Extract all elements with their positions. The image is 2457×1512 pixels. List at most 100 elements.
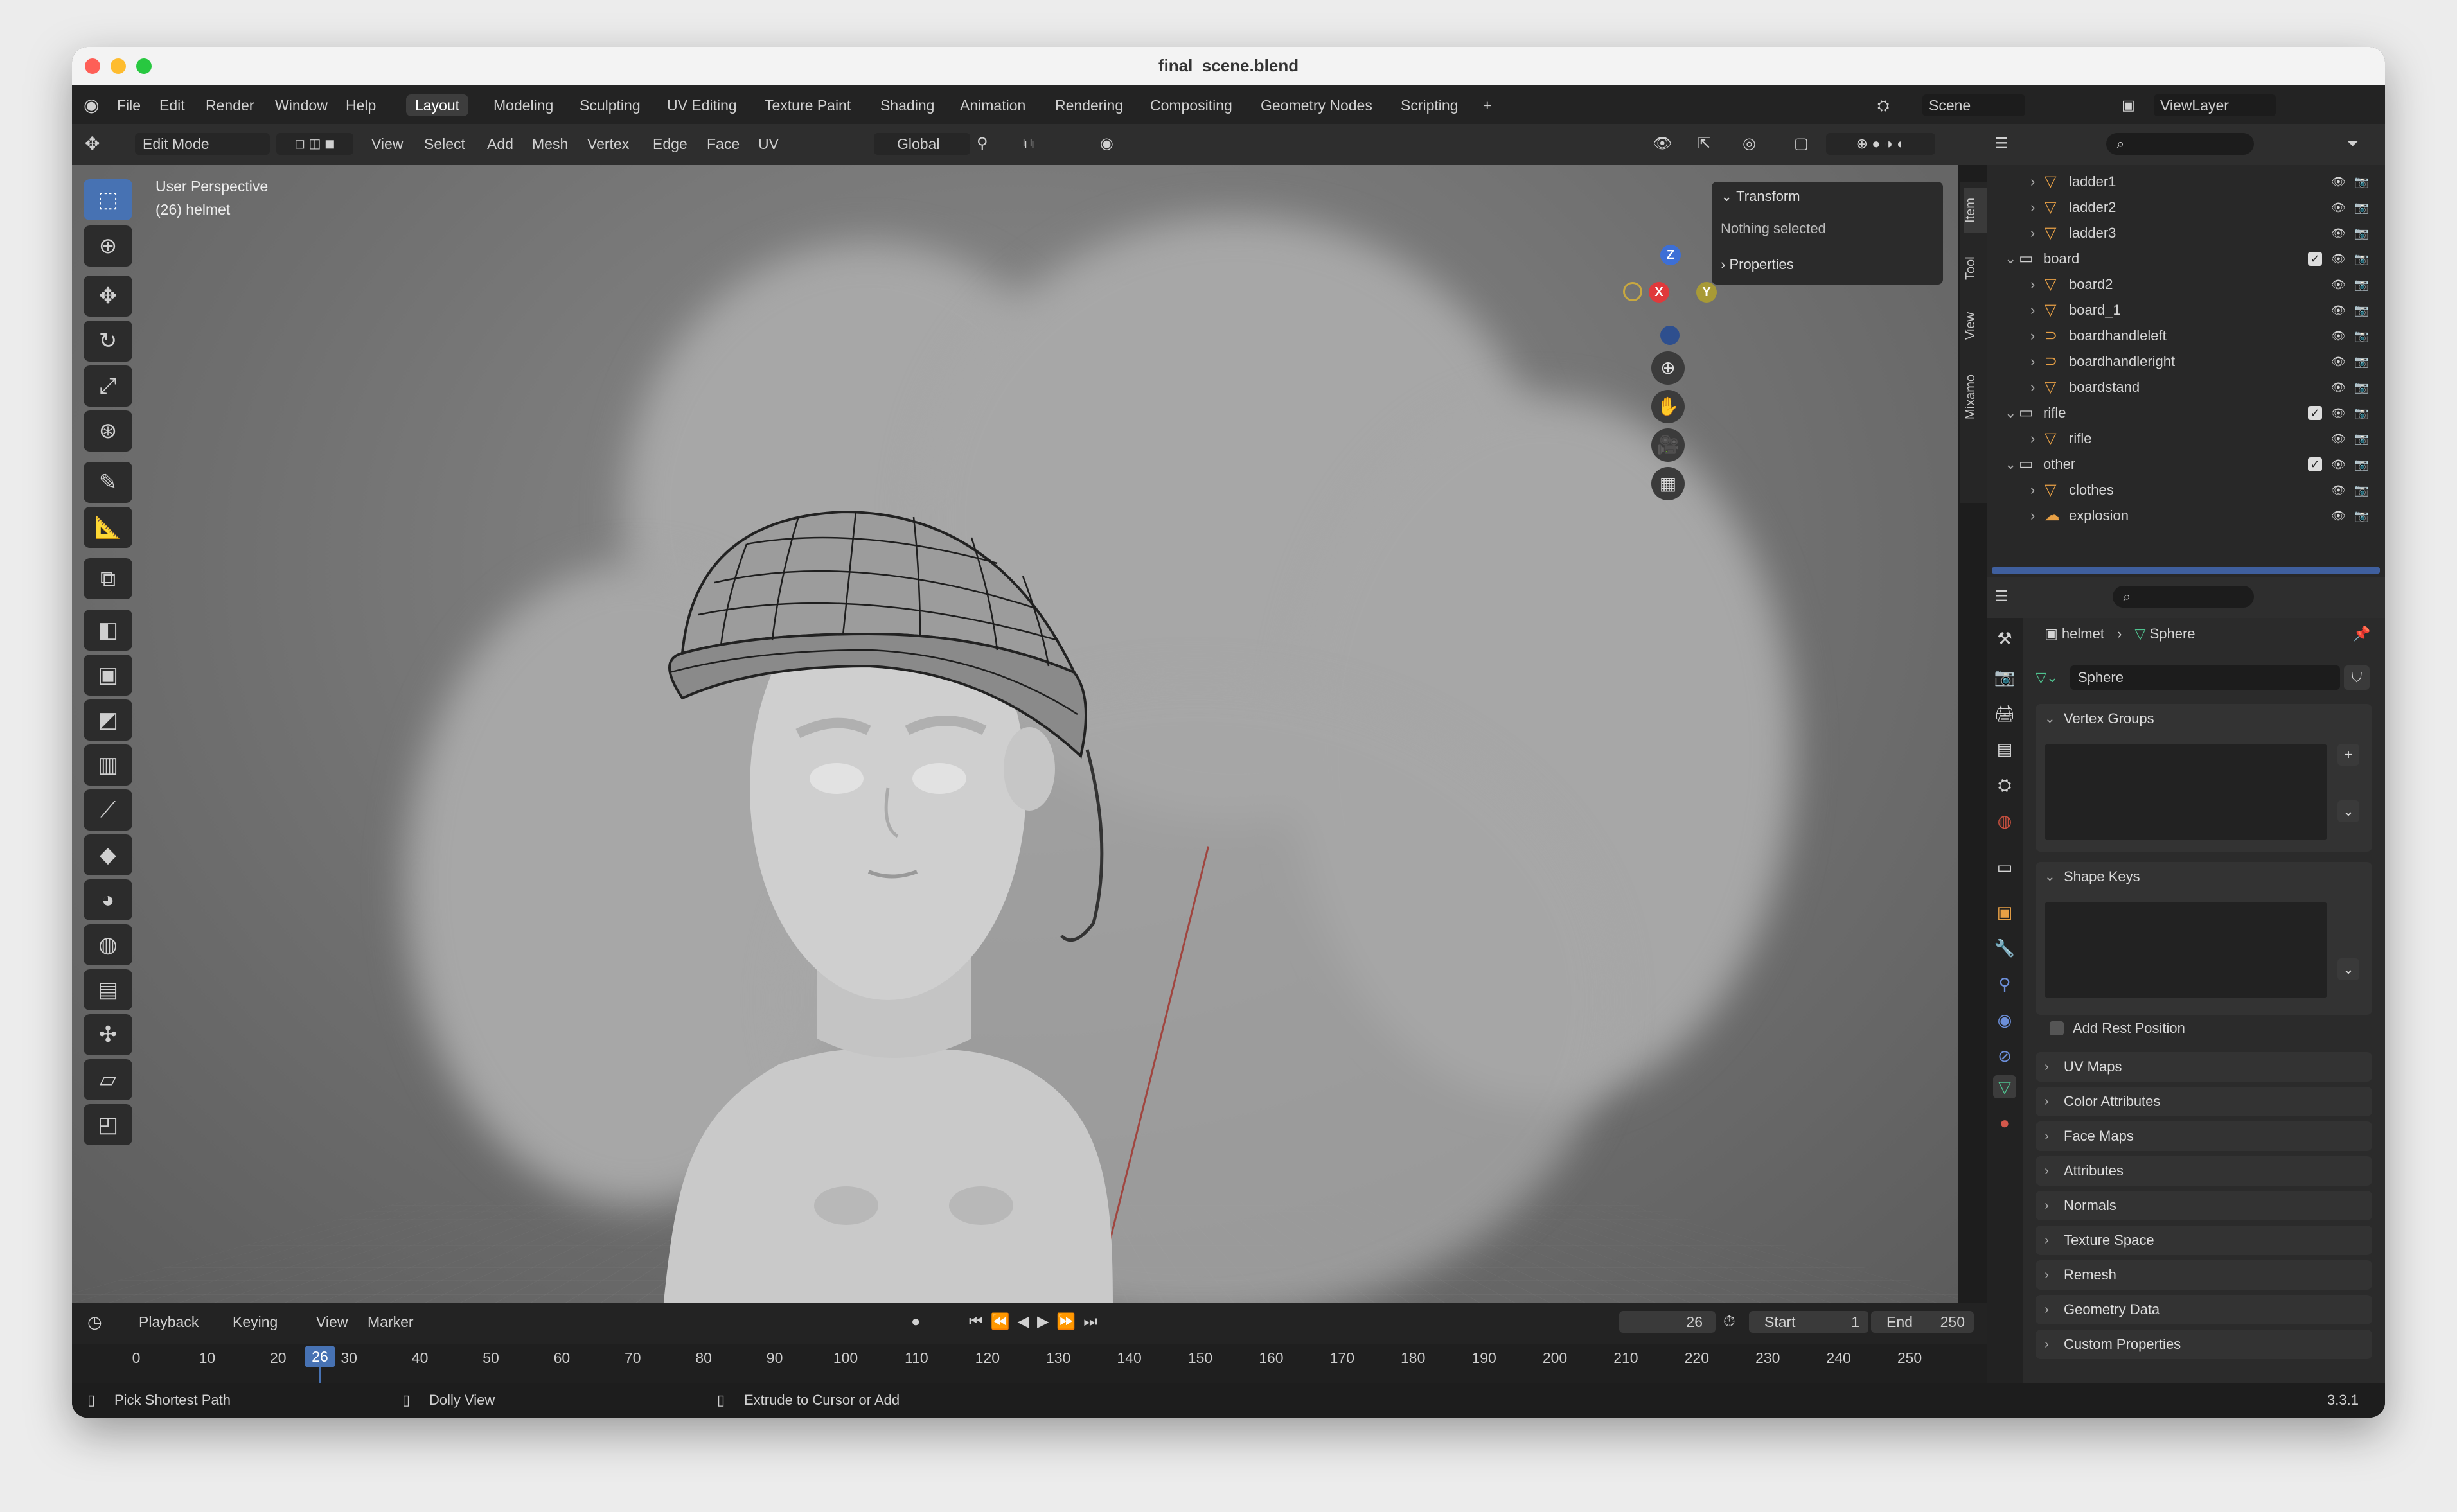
- physics-icon[interactable]: ◉: [1993, 1008, 2016, 1032]
- render-camera-icon[interactable]: 📷: [2354, 349, 2368, 374]
- modifier-icon[interactable]: 🔧: [1993, 936, 2016, 960]
- collection-checkbox[interactable]: ✓: [2308, 457, 2322, 471]
- expand-chevron-icon[interactable]: ›: [2030, 297, 2035, 323]
- add-vertex-group-button[interactable]: +: [2337, 744, 2359, 766]
- add-rest-position-checkbox[interactable]: [2050, 1021, 2064, 1039]
- spin-icon[interactable]: ◕: [84, 879, 132, 920]
- end-frame-field[interactable]: End 250: [1871, 1311, 1974, 1333]
- tab-layout[interactable]: Layout: [406, 94, 469, 116]
- geometry-data-panel[interactable]: › Geometry Data: [2036, 1295, 2372, 1324]
- pan-hand-icon[interactable]: ✋: [1651, 390, 1685, 423]
- outliner-row[interactable]: › ▽ board2 👁 📷: [1987, 272, 2385, 297]
- tab-shading[interactable]: Shading: [880, 94, 934, 116]
- menu-window[interactable]: Window: [275, 94, 328, 116]
- render-camera-icon[interactable]: 📷: [2354, 272, 2368, 297]
- render-camera-icon[interactable]: 📷: [2354, 297, 2368, 323]
- header-menu-mesh[interactable]: Mesh: [532, 133, 568, 155]
- gizmo-neg-z[interactable]: [1660, 326, 1680, 345]
- world-icon[interactable]: ◍: [1993, 809, 2016, 832]
- tab-rendering[interactable]: Rendering: [1055, 94, 1123, 116]
- menu-edit[interactable]: Edit: [159, 94, 185, 116]
- eye-icon[interactable]: 👁: [2331, 426, 2346, 452]
- eye-icon[interactable]: 👁: [2331, 452, 2346, 477]
- uv-maps-panel[interactable]: › UV Maps: [2036, 1052, 2372, 1082]
- menu-file[interactable]: File: [117, 94, 141, 116]
- bevel-icon[interactable]: ◩: [84, 699, 132, 741]
- timeline-editor-icon[interactable]: ◷: [87, 1311, 102, 1333]
- mesh-datablock-icon[interactable]: ▽⌄: [2036, 669, 2058, 686]
- select-box-icon[interactable]: ⬚: [84, 179, 132, 220]
- zoom-icon[interactable]: ⊕: [1651, 351, 1685, 385]
- expand-chevron-icon[interactable]: ⌄: [2005, 246, 2016, 272]
- header-menu-vertex[interactable]: Vertex: [587, 133, 629, 155]
- start-frame-field[interactable]: Start 1: [1749, 1311, 1868, 1333]
- smooth-icon[interactable]: ◍: [84, 924, 132, 965]
- render-camera-icon[interactable]: 📷: [2354, 503, 2368, 529]
- proportional-edit-icon[interactable]: ◉: [1100, 133, 1113, 155]
- edge-slide-icon[interactable]: ▤: [84, 969, 132, 1010]
- eye-icon[interactable]: 👁: [2331, 477, 2346, 503]
- shrink-fatten-icon[interactable]: ✣: [84, 1014, 132, 1055]
- expand-chevron-icon[interactable]: ›: [2030, 169, 2035, 195]
- eye-icon[interactable]: 👁: [2331, 400, 2346, 426]
- transform-icon[interactable]: ⊛: [84, 410, 132, 452]
- outliner-row[interactable]: › ▽ boardstand 👁 📷: [1987, 374, 2385, 400]
- render-camera-icon[interactable]: 📷: [2354, 400, 2368, 426]
- face-maps-panel[interactable]: › Face Maps: [2036, 1121, 2372, 1151]
- scene-selector[interactable]: Scene: [1922, 94, 2025, 116]
- scale-icon[interactable]: ⤢: [84, 365, 132, 407]
- tab-item[interactable]: Item: [1964, 188, 1987, 233]
- playback-controls-icon[interactable]: ⏮⏪◀▶⏩⏭: [969, 1311, 1105, 1333]
- outliner-row[interactable]: › ▽ clothes 👁 📷: [1987, 477, 2385, 503]
- poly-build-icon[interactable]: ◆: [84, 834, 132, 875]
- add-cube-icon[interactable]: ⧉: [84, 558, 132, 599]
- properties-editor-icon[interactable]: ☰: [1994, 586, 2009, 608]
- outliner-row[interactable]: › ⊃ boardhandleright 👁 📷: [1987, 349, 2385, 374]
- xray-icon[interactable]: ▢: [1794, 133, 1809, 155]
- eye-icon[interactable]: 👁: [2331, 272, 2346, 297]
- eye-icon[interactable]: 👁: [2331, 169, 2346, 195]
- header-menu-add[interactable]: Add: [487, 133, 513, 155]
- select-mode-icons[interactable]: ◻ ◫ ◼: [276, 133, 353, 155]
- render-camera-icon[interactable]: 📷: [2354, 477, 2368, 503]
- overlay-icon[interactable]: ◎: [1743, 133, 1756, 155]
- tool-settings-icon[interactable]: ⚒: [1993, 627, 2016, 650]
- output-icon[interactable]: 🖨: [1993, 701, 2016, 725]
- render-camera-icon[interactable]: 📷: [2354, 426, 2368, 452]
- scene-icon[interactable]: ⛭: [1877, 94, 1889, 116]
- tab-uv-editing[interactable]: UV Editing: [667, 94, 737, 116]
- properties-search-input[interactable]: ⌕: [2113, 586, 2254, 608]
- add-workspace-button[interactable]: +: [1483, 94, 1491, 116]
- pin-icon[interactable]: 📌: [2353, 626, 2370, 642]
- snap-icon[interactable]: ⧉: [1023, 133, 1034, 155]
- outliner-row[interactable]: › ☁ explosion 👁 📷: [1987, 503, 2385, 529]
- orientation-selector[interactable]: Global: [874, 133, 970, 155]
- tab-sculpting[interactable]: Sculpting: [580, 94, 641, 116]
- header-menu-face[interactable]: Face: [707, 133, 740, 155]
- chevron-down-icon[interactable]: ⌄: [2045, 704, 2055, 734]
- mode-selector[interactable]: Edit Mode: [135, 133, 270, 155]
- collection-icon[interactable]: ▭: [1993, 856, 2016, 879]
- transform-panel-header[interactable]: ⌄ Transform: [1721, 188, 1800, 205]
- knife-icon[interactable]: ⟋: [84, 789, 132, 831]
- render-camera-icon[interactable]: 📷: [2354, 195, 2368, 220]
- outliner-row[interactable]: ⌄ ▭ rifle 👁 📷 ✓: [1987, 400, 2385, 426]
- eye-icon[interactable]: 👁: [2331, 374, 2346, 400]
- tab-geometry-nodes[interactable]: Geometry Nodes: [1261, 94, 1372, 116]
- current-frame-field[interactable]: 26: [1619, 1311, 1716, 1333]
- header-menu-view[interactable]: View: [371, 133, 403, 155]
- texture-space-panel[interactable]: › Texture Space: [2036, 1226, 2372, 1255]
- eye-icon[interactable]: 👁: [2331, 503, 2346, 529]
- render-camera-icon[interactable]: 📷: [2354, 452, 2368, 477]
- expand-chevron-icon[interactable]: ›: [2030, 195, 2035, 220]
- eye-icon[interactable]: 👁: [2331, 297, 2346, 323]
- tab-mixamo[interactable]: Mixamo: [1964, 362, 1987, 432]
- outliner-row[interactable]: › ▽ ladder3 👁 📷: [1987, 220, 2385, 246]
- tab-tool[interactable]: Tool: [1964, 246, 1987, 291]
- move-icon[interactable]: ✥: [84, 276, 132, 317]
- shape-keys-list[interactable]: [2045, 902, 2327, 998]
- visibility-icon[interactable]: 👁: [1653, 133, 1672, 155]
- view-layer-icon[interactable]: ▣: [2122, 94, 2135, 116]
- gizmo-z-axis[interactable]: Z: [1660, 245, 1681, 265]
- rotate-icon[interactable]: ↻: [84, 321, 132, 362]
